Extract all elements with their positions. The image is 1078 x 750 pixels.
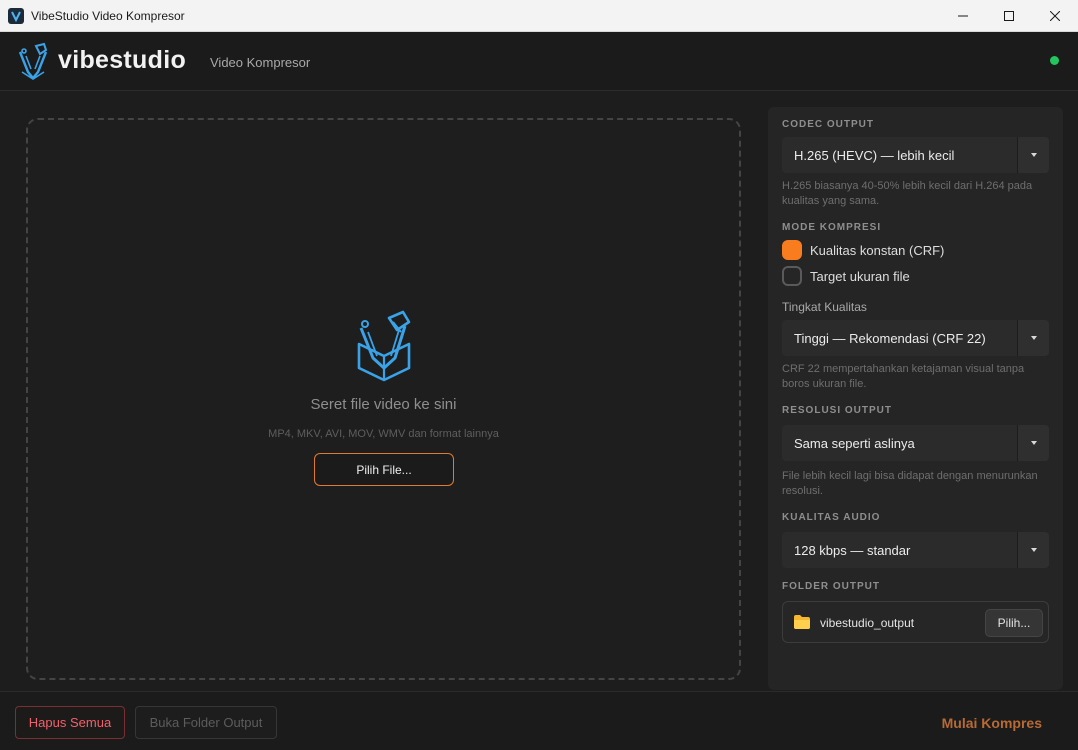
window-title: VibeStudio Video Kompresor	[31, 8, 185, 23]
mode-option-label: Kualitas konstan (CRF)	[810, 242, 945, 258]
audio-dropdown-arrow[interactable]	[1017, 532, 1049, 568]
resolution-dropdown-arrow[interactable]	[1017, 425, 1049, 461]
brand-name: vibestudio	[58, 46, 187, 74]
quality-select-value: Tinggi — Rekomendasi (CRF 22)	[794, 331, 986, 346]
resolution-section-label: RESOLUSI OUTPUT	[782, 405, 893, 416]
chevron-down-icon	[1030, 441, 1037, 445]
start-compress-button[interactable]: Mulai Kompres	[942, 715, 1042, 731]
video-drop-zone[interactable]: Seret file video ke sini MP4, MKV, AVI, …	[26, 118, 741, 680]
codec-dropdown-arrow[interactable]	[1017, 137, 1049, 173]
pick-file-button[interactable]: Pilih File...	[314, 453, 454, 486]
app-subtitle: Video Kompresor	[210, 55, 311, 70]
codec-select-value: H.265 (HEVC) — lebih kecil	[794, 148, 955, 163]
brand-logo-icon	[18, 42, 48, 80]
chevron-down-icon	[1030, 548, 1037, 552]
audio-select-value: 128 kbps — standar	[794, 543, 911, 558]
quality-dropdown-arrow[interactable]	[1017, 320, 1049, 356]
quality-hint: CRF 22 mempertahankan ketajaman visual t…	[782, 363, 1025, 390]
resolution-hint: File lebih kecil lagi bisa didapat denga…	[782, 470, 1038, 497]
mode-option-crf[interactable]: Kualitas konstan (CRF)	[782, 240, 944, 260]
mode-option-target-size[interactable]: Target ukuran file	[782, 266, 910, 286]
drop-zone-title: Seret file video ke sini	[310, 396, 457, 413]
choose-folder-button[interactable]: Pilih...	[985, 609, 1043, 637]
settings-panel: CODEC OUTPUT H.265 (HEVC) — lebih kecil …	[768, 107, 1063, 690]
maximize-button[interactable]	[986, 0, 1032, 32]
open-output-folder-button[interactable]: Buka Folder Output	[135, 706, 277, 739]
codec-select[interactable]: H.265 (HEVC) — lebih kecil	[782, 137, 1049, 173]
status-indicator	[1050, 56, 1059, 65]
audio-select[interactable]: 128 kbps — standar	[782, 532, 1049, 568]
footer-bar: Hapus Semua Buka Folder Output Mulai Kom…	[0, 691, 1078, 750]
radio-selected-icon[interactable]	[782, 240, 802, 260]
resolution-select-value: Sama seperti aslinya	[794, 436, 915, 451]
video-box-icon	[357, 310, 411, 382]
radio-unselected-icon[interactable]	[782, 266, 802, 286]
title-bar: VibeStudio Video Kompresor	[0, 0, 1078, 32]
close-button[interactable]	[1032, 0, 1078, 32]
resolution-select[interactable]: Sama seperti aslinya	[782, 425, 1049, 461]
chevron-down-icon	[1030, 336, 1037, 340]
folder-icon	[794, 615, 810, 629]
mode-option-label: Target ukuran file	[810, 268, 910, 284]
minimize-button[interactable]	[940, 0, 986, 32]
clear-all-button[interactable]: Hapus Semua	[15, 706, 125, 739]
output-folder-field: vibestudio_output Pilih...	[782, 601, 1049, 643]
codec-section-label: CODEC OUTPUT	[782, 119, 874, 130]
audio-section-label: KUALITAS AUDIO	[782, 512, 881, 523]
supported-formats-text: MP4, MKV, AVI, MOV, WMV dan format lainn…	[268, 428, 499, 440]
chevron-down-icon	[1030, 153, 1037, 157]
quality-select[interactable]: Tinggi — Rekomendasi (CRF 22)	[782, 320, 1049, 356]
codec-hint: H.265 biasanya 40-50% lebih kecil dari H…	[782, 180, 1033, 207]
output-folder-name: vibestudio_output	[820, 616, 915, 630]
folder-section-label: FOLDER OUTPUT	[782, 581, 880, 592]
app-header: vibestudio Video Kompresor	[0, 32, 1078, 91]
mode-section-label: MODE KOMPRESI	[782, 222, 882, 233]
app-icon	[8, 7, 24, 24]
quality-label: Tingkat Kualitas	[782, 300, 867, 314]
window-controls	[940, 0, 1078, 32]
